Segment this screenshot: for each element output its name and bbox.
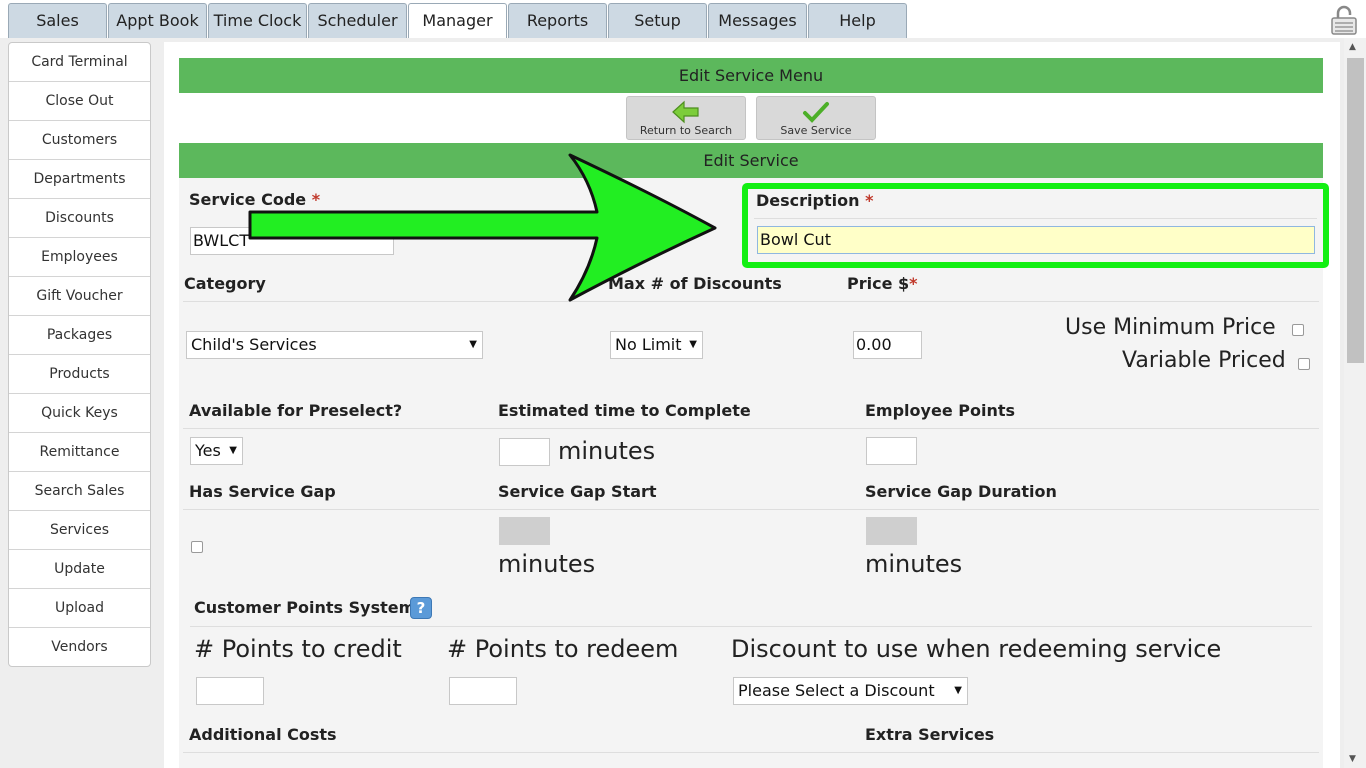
sidebar-item-card-terminal[interactable]: Card Terminal <box>9 43 150 82</box>
divider <box>183 509 1319 510</box>
sidebar-item-packages[interactable]: Packages <box>9 316 150 355</box>
price-label: Price $* <box>847 274 918 293</box>
service-gap-start-input <box>499 517 550 545</box>
sidebar-menu: Card Terminal Close Out Customers Depart… <box>8 42 151 667</box>
customer-points-label: Customer Points System <box>194 598 416 617</box>
tab-reports[interactable]: Reports <box>508 3 607 38</box>
save-service-button[interactable]: Save Service <box>756 96 876 140</box>
dropdown-arrow-icon: ▼ <box>229 445 237 456</box>
tab-help[interactable]: Help <box>808 3 907 38</box>
divider <box>183 428 1319 429</box>
tutorial-arrow-icon <box>248 153 717 302</box>
tab-appt-book[interactable]: Appt Book <box>108 3 207 38</box>
service-gap-duration-label: Service Gap Duration <box>865 482 1057 501</box>
tab-manager[interactable]: Manager <box>408 3 507 38</box>
points-credit-label: # Points to credit <box>194 635 402 663</box>
dropdown-arrow-icon: ▼ <box>469 339 477 350</box>
preselect-label: Available for Preselect? <box>189 401 403 420</box>
sidebar-item-search-sales[interactable]: Search Sales <box>9 472 150 511</box>
scrollbar-thumb[interactable] <box>1347 58 1364 363</box>
dropdown-arrow-icon: ▼ <box>689 339 697 350</box>
required-mark: * <box>909 274 918 293</box>
employee-points-input[interactable] <box>866 437 917 465</box>
sidebar-item-update[interactable]: Update <box>9 550 150 589</box>
points-credit-input[interactable] <box>196 677 264 705</box>
max-discounts-select[interactable]: No Limit ▼ <box>610 331 703 359</box>
tab-scheduler[interactable]: Scheduler <box>308 3 407 38</box>
price-label-text: Price $ <box>847 274 910 293</box>
variable-priced-label: Variable Priced <box>1122 348 1286 373</box>
scroll-down-icon[interactable]: ▼ <box>1349 754 1356 764</box>
dropdown-arrow-icon: ▼ <box>954 685 962 696</box>
sidebar-item-close-out[interactable]: Close Out <box>9 82 150 121</box>
description-label-text: Description <box>756 191 860 210</box>
save-service-label: Save Service <box>780 124 852 137</box>
redeem-discount-select[interactable]: Please Select a Discount ▼ <box>733 677 968 705</box>
lock-icon[interactable] <box>1329 4 1359 36</box>
tab-time-clock[interactable]: Time Clock <box>208 3 307 38</box>
tab-messages[interactable]: Messages <box>708 3 807 38</box>
redeem-discount-value: Please Select a Discount <box>738 681 935 700</box>
use-minimum-price-checkbox[interactable] <box>1292 324 1304 336</box>
sidebar-item-vendors[interactable]: Vendors <box>9 628 150 667</box>
sidebar-item-upload[interactable]: Upload <box>9 589 150 628</box>
sidebar-item-gift-voucher[interactable]: Gift Voucher <box>9 277 150 316</box>
description-input[interactable]: Bowl Cut <box>757 226 1315 254</box>
additional-costs-label: Additional Costs <box>189 725 337 744</box>
help-icon[interactable]: ? <box>410 597 432 619</box>
return-to-search-label: Return to Search <box>639 124 733 137</box>
back-arrow-icon <box>672 100 699 124</box>
variable-priced-checkbox[interactable] <box>1298 358 1310 370</box>
use-minimum-price-label: Use Minimum Price <box>1065 315 1276 340</box>
estimated-time-unit: minutes <box>558 437 656 465</box>
sidebar-item-services[interactable]: Services <box>9 511 150 550</box>
divider <box>183 752 1319 753</box>
estimated-time-input[interactable] <box>499 438 550 466</box>
preselect-value: Yes <box>195 441 221 460</box>
edit-service-menu-header: Edit Service Menu <box>179 58 1323 93</box>
points-redeem-input[interactable] <box>449 677 517 705</box>
preselect-select[interactable]: Yes ▼ <box>190 437 243 465</box>
sidebar-item-products[interactable]: Products <box>9 355 150 394</box>
sidebar-item-remittance[interactable]: Remittance <box>9 433 150 472</box>
service-gap-duration-input <box>866 517 917 545</box>
employee-points-label: Employee Points <box>865 401 1015 420</box>
description-label: Description * <box>756 191 873 210</box>
sidebar-item-quick-keys[interactable]: Quick Keys <box>9 394 150 433</box>
required-mark: * <box>865 191 874 210</box>
has-service-gap-checkbox[interactable] <box>191 541 203 553</box>
divider <box>190 626 1312 627</box>
price-input[interactable]: 0.00 <box>853 331 922 359</box>
sidebar-item-departments[interactable]: Departments <box>9 160 150 199</box>
extra-services-label: Extra Services <box>865 725 995 744</box>
redeem-discount-label: Discount to use when redeeming service <box>731 635 1222 663</box>
service-gap-start-unit: minutes <box>498 550 596 578</box>
tab-setup[interactable]: Setup <box>608 3 707 38</box>
sidebar-item-discounts[interactable]: Discounts <box>9 199 150 238</box>
sidebar-item-employees[interactable]: Employees <box>9 238 150 277</box>
checkmark-icon <box>803 102 829 123</box>
max-discounts-value: No Limit <box>615 335 682 354</box>
divider <box>754 218 1317 219</box>
top-tab-bar: Sales Appt Book Time Clock Scheduler Man… <box>0 0 1366 38</box>
sidebar-item-customers[interactable]: Customers <box>9 121 150 160</box>
points-redeem-label: # Points to redeem <box>447 635 679 663</box>
category-select[interactable]: Child's Services ▼ <box>186 331 483 359</box>
service-gap-start-label: Service Gap Start <box>498 482 657 501</box>
scroll-up-icon[interactable]: ▲ <box>1349 42 1356 52</box>
return-to-search-button[interactable]: Return to Search <box>626 96 746 140</box>
service-gap-duration-unit: minutes <box>865 550 963 578</box>
estimated-time-label: Estimated time to Complete <box>498 401 751 420</box>
has-service-gap-label: Has Service Gap <box>189 482 336 501</box>
tab-sales[interactable]: Sales <box>8 3 107 38</box>
category-value: Child's Services <box>191 335 317 354</box>
